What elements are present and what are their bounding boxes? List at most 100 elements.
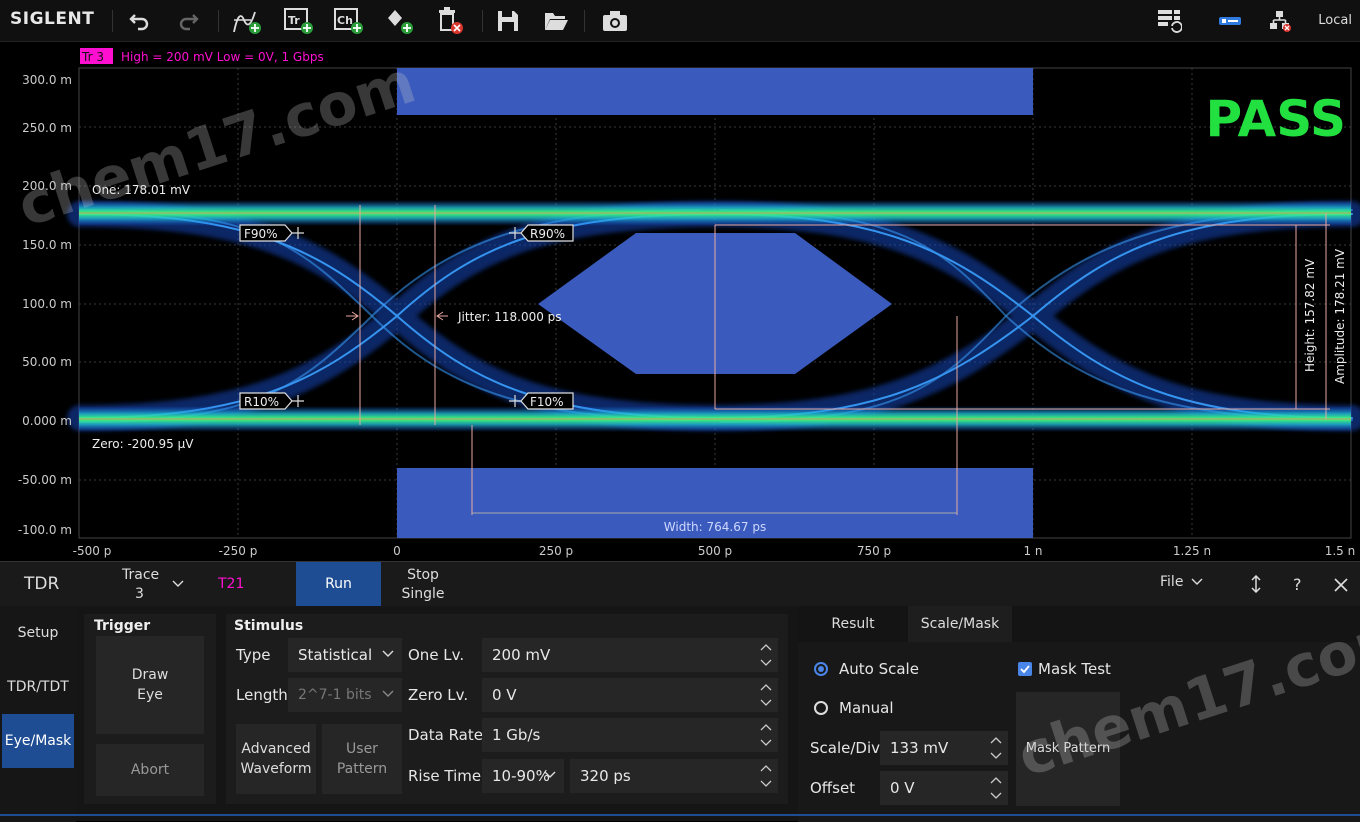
rise-time-label: Rise Time <box>408 767 482 785</box>
length-select[interactable]: 2^7-1 bits <box>288 678 402 712</box>
single-label: Single <box>401 586 445 602</box>
zero-level-label: Zero: -200.95 µV <box>92 437 194 451</box>
y-tick: 0.000 m <box>22 414 72 428</box>
advanced-label: Advanced <box>241 741 311 757</box>
add-math-icon[interactable] <box>230 6 264 36</box>
rise-mode-select[interactable]: 10-90% <box>482 759 564 793</box>
data-rate-input[interactable]: 1 Gb/s <box>482 718 778 752</box>
trace-tag: Tr 3 <box>81 50 104 64</box>
trace-value: 3 <box>135 586 144 602</box>
mask-test-label: Mask Test <box>1038 660 1111 678</box>
trace-selector[interactable]: Trace 3 <box>110 562 190 606</box>
help-button[interactable]: ? <box>1293 575 1302 594</box>
zero-level-input[interactable]: 0 V <box>482 678 778 712</box>
panel-bottom-bar <box>0 814 1360 816</box>
data-rate-label: Data Rate <box>408 726 483 744</box>
width-label: Width: 764.67 ps <box>664 520 766 534</box>
manual-label: Manual <box>839 699 894 717</box>
user-label: User <box>346 741 378 757</box>
siglent-logo: SIGLENT <box>10 9 95 29</box>
redo-icon[interactable] <box>174 6 202 36</box>
chevron-down-icon <box>544 771 556 778</box>
auto-scale-label: Auto Scale <box>839 660 919 678</box>
layout-icon[interactable] <box>1154 6 1184 36</box>
x-tick: 1.5 n <box>1325 544 1356 558</box>
trigger-group: Trigger Draw Eye Abort <box>84 614 216 804</box>
stop-single-button[interactable]: Stop Single <box>383 562 463 606</box>
y-tick: -50.00 m <box>18 473 72 487</box>
undo-icon[interactable] <box>126 6 154 36</box>
chevron-down-icon <box>1191 578 1203 585</box>
open-folder-icon[interactable] <box>542 6 570 36</box>
offset-input[interactable]: 0 V <box>880 771 1008 805</box>
advanced-waveform-button[interactable]: Advanced Waveform <box>236 724 316 794</box>
spinner-icon[interactable] <box>990 733 1002 763</box>
mask-top <box>397 68 1033 115</box>
draw-eye-button[interactable]: Draw Eye <box>96 636 204 734</box>
sidebar-item-tdr-tdt[interactable]: TDR/TDT <box>2 660 74 714</box>
type-value: Statistical <box>298 646 373 664</box>
toolbar-divider <box>112 10 113 32</box>
offset-label: Offset <box>810 779 856 797</box>
eye-label: Eye <box>137 687 163 703</box>
spinner-icon[interactable] <box>990 773 1002 803</box>
length-value: 2^7-1 bits <box>298 687 372 703</box>
run-button[interactable]: Run <box>296 562 381 606</box>
rise-time-input[interactable]: 320 ps <box>570 759 778 793</box>
spinner-icon[interactable] <box>760 720 772 750</box>
marker-f90: F90% <box>244 227 278 241</box>
marker-r90: R90% <box>530 227 565 241</box>
pattern-label: Pattern <box>336 761 388 777</box>
add-channel-icon[interactable]: Ch <box>332 6 366 36</box>
network-icon <box>1266 6 1294 36</box>
marker-r10: R10% <box>244 395 279 409</box>
save-icon[interactable] <box>494 6 522 36</box>
y-tick: 100.0 m <box>22 297 72 311</box>
usb-icon <box>1216 6 1244 36</box>
data-rate-value: 1 Gb/s <box>492 726 541 744</box>
tab-scale-mask[interactable]: Scale/Mask <box>908 606 1012 642</box>
sidebar-item-eye-mask[interactable]: Eye/Mask <box>2 714 74 768</box>
type-label: Type <box>236 646 271 664</box>
x-tick: -500 p <box>73 544 112 558</box>
scale-div-input[interactable]: 133 mV <box>880 731 1008 765</box>
delete-icon[interactable] <box>434 6 468 36</box>
sidebar-item-setup[interactable]: Setup <box>2 606 74 660</box>
y-tick: 300.0 m <box>22 73 72 87</box>
trigger-title: Trigger <box>94 618 151 634</box>
x-axis-labels: -500 p -250 p 0 250 p 500 p 750 p 1 n 1.… <box>73 544 1356 558</box>
rise-mode-value: 10-90% <box>492 767 550 785</box>
file-label: File <box>1160 574 1184 590</box>
close-icon[interactable] <box>1333 577 1349 593</box>
local-status: Local <box>1318 13 1352 28</box>
x-tick: -250 p <box>219 544 258 558</box>
y-axis-labels: 300.0 m 250.0 m 200.0 m 150.0 m 100.0 m … <box>18 73 72 537</box>
t21-label[interactable]: T21 <box>218 576 244 592</box>
offset-value: 0 V <box>890 779 915 797</box>
file-menu[interactable]: File <box>1160 574 1203 590</box>
resize-vertical-icon[interactable] <box>1250 575 1262 593</box>
auto-scale-radio[interactable] <box>814 662 828 676</box>
spinner-icon[interactable] <box>760 680 772 710</box>
add-trace-icon[interactable]: Tr <box>282 6 316 36</box>
trace-info: High = 200 mV Low = 0V, 1 Gbps <box>121 50 324 64</box>
amplitude-label: Amplitude: 178.21 mV <box>1333 248 1347 384</box>
spinner-icon[interactable] <box>760 761 772 791</box>
toolbar-divider <box>218 10 219 32</box>
jitter-label: Jitter: 118.000 ps <box>457 310 562 324</box>
tab-result[interactable]: Result <box>808 606 898 642</box>
add-marker-icon[interactable] <box>384 6 418 36</box>
one-level-input[interactable]: 200 mV <box>482 638 778 672</box>
manual-radio[interactable] <box>814 701 828 715</box>
type-select[interactable]: Statistical <box>288 638 402 672</box>
mask-test-checkbox[interactable] <box>1018 662 1032 676</box>
length-label: Length <box>236 686 288 704</box>
user-pattern-button[interactable]: User Pattern <box>322 724 402 794</box>
x-tick: 500 p <box>698 544 732 558</box>
spinner-icon[interactable] <box>760 640 772 670</box>
abort-button[interactable]: Abort <box>96 744 204 796</box>
draw-label: Draw <box>131 667 169 683</box>
x-tick: 0 <box>393 544 401 558</box>
height-label: Height: 157.82 mV <box>1303 258 1317 372</box>
camera-icon[interactable] <box>600 6 630 36</box>
